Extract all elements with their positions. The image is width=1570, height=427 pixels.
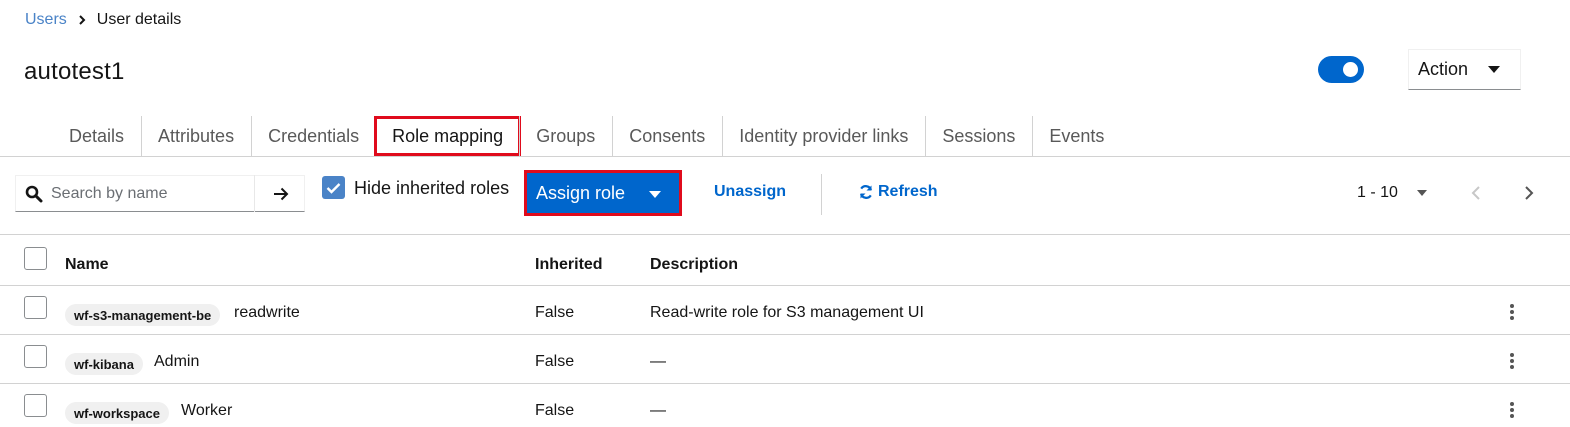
description-cell: — bbox=[650, 402, 666, 419]
tab-role-mapping[interactable]: Role mapping bbox=[374, 116, 522, 156]
row-checkbox[interactable] bbox=[24, 394, 47, 417]
tab-details[interactable]: Details bbox=[52, 116, 141, 156]
tab-events[interactable]: Events bbox=[1032, 116, 1121, 156]
tab-sessions[interactable]: Sessions bbox=[925, 116, 1032, 156]
row-checkbox[interactable] bbox=[24, 345, 47, 368]
arrow-right-icon bbox=[273, 187, 288, 200]
caret-down-icon[interactable] bbox=[1417, 190, 1427, 196]
tab-bar: Details Attributes Credentials Role mapp… bbox=[52, 116, 1121, 156]
caret-down-icon bbox=[1488, 66, 1500, 73]
unassign-button[interactable]: Unassign bbox=[714, 183, 786, 201]
description-cell: — bbox=[650, 353, 666, 370]
tab-attributes[interactable]: Attributes bbox=[141, 116, 251, 156]
kebab-menu-icon[interactable] bbox=[1505, 400, 1519, 420]
tab-consents[interactable]: Consents bbox=[612, 116, 722, 156]
pagination-range[interactable]: 1 - 10 bbox=[1357, 184, 1398, 202]
table-row: wf-s3-management-be readwrite False Read… bbox=[0, 286, 1570, 334]
page-title: autotest1 bbox=[24, 58, 125, 85]
role-name: readwrite bbox=[234, 304, 300, 321]
user-details-page: Users User details autotest1 Action Deta… bbox=[0, 0, 1570, 427]
tab-groups[interactable]: Groups bbox=[519, 116, 612, 156]
table-row: wf-kibana Admin False — bbox=[0, 335, 1570, 383]
chevron-left-icon[interactable] bbox=[1470, 185, 1482, 201]
client-badge: wf-s3-management-be bbox=[65, 304, 221, 326]
action-dropdown-label: Action bbox=[1418, 59, 1469, 79]
description-cell: Read-write role for S3 management UI bbox=[650, 304, 924, 321]
inherited-cell: False bbox=[535, 353, 575, 370]
chevron-right-icon bbox=[67, 15, 97, 25]
tab-identity-provider-links[interactable]: Identity provider links bbox=[722, 116, 925, 156]
inherited-cell: False bbox=[535, 402, 575, 419]
search-input[interactable] bbox=[51, 176, 253, 211]
column-header-description: Description bbox=[650, 256, 739, 273]
chevron-right-icon[interactable] bbox=[1523, 185, 1535, 201]
table-row: wf-workspace Worker False — bbox=[0, 384, 1570, 427]
search-icon bbox=[25, 185, 43, 203]
search-submit-button[interactable] bbox=[254, 175, 306, 212]
tabs-divider bbox=[0, 156, 1570, 157]
breadcrumb-current: User details bbox=[96, 11, 182, 28]
kebab-menu-icon[interactable] bbox=[1505, 302, 1519, 322]
toolbar-divider bbox=[821, 174, 822, 215]
role-name: Admin bbox=[154, 353, 200, 370]
refresh-icon bbox=[859, 185, 873, 199]
role-name: Worker bbox=[181, 402, 233, 419]
assign-role-label: Assign role bbox=[536, 182, 626, 203]
refresh-label: Refresh bbox=[878, 183, 938, 200]
toolbar-divider-line bbox=[0, 234, 1570, 235]
client-badge: wf-kibana bbox=[65, 353, 143, 375]
column-header-name[interactable]: Name bbox=[65, 256, 109, 274]
column-header-inherited: Inherited bbox=[535, 256, 603, 273]
search-box bbox=[15, 175, 305, 212]
enabled-toggle[interactable] bbox=[1318, 56, 1364, 83]
breadcrumb-users-link[interactable]: Users bbox=[25, 11, 67, 29]
row-checkbox[interactable] bbox=[24, 296, 47, 319]
inherited-cell: False bbox=[535, 304, 575, 321]
select-all-checkbox[interactable] bbox=[24, 247, 47, 270]
assign-role-button[interactable]: Assign role bbox=[524, 170, 682, 216]
action-dropdown[interactable]: Action bbox=[1408, 49, 1521, 90]
tab-credentials[interactable]: Credentials bbox=[251, 116, 376, 156]
caret-down-icon bbox=[649, 191, 661, 198]
checkmark-icon bbox=[326, 182, 341, 194]
client-badge: wf-workspace bbox=[65, 402, 169, 424]
hide-inherited-label: Hide inherited roles bbox=[354, 178, 510, 198]
refresh-button[interactable]: Refresh bbox=[858, 183, 938, 201]
breadcrumb: Users User details bbox=[25, 10, 181, 30]
kebab-menu-icon[interactable] bbox=[1505, 351, 1519, 371]
toggle-knob bbox=[1343, 62, 1358, 77]
hide-inherited-checkbox[interactable] bbox=[322, 176, 345, 199]
